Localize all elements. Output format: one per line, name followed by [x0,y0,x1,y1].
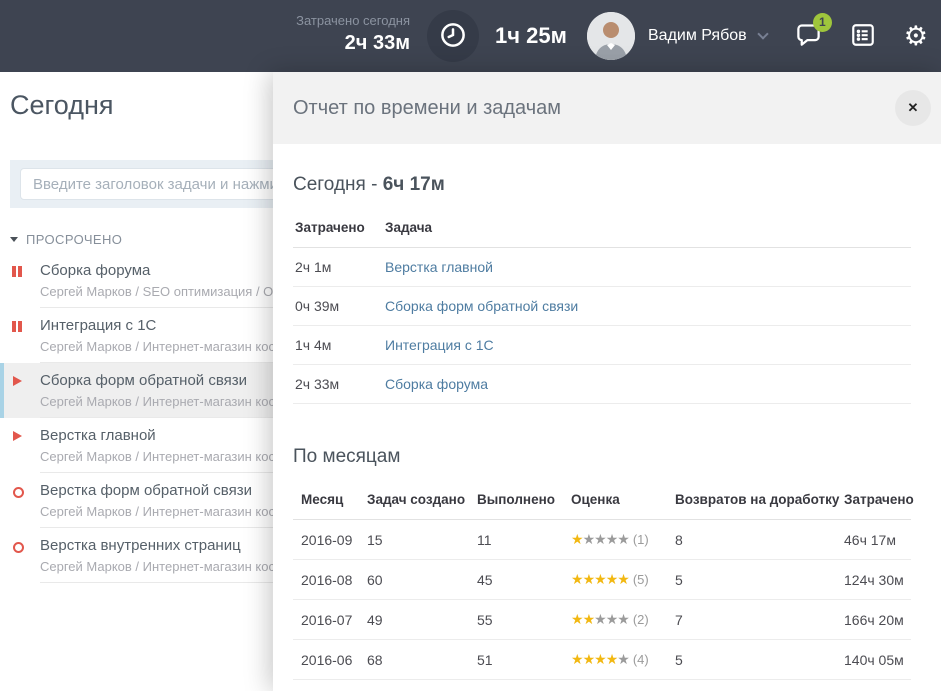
chat-badge: 1 [813,13,832,32]
clock-icon [438,20,468,53]
month-cell: 2016-07 [293,600,359,640]
table-row: 2016-05 39 42 ★★★★★(3) 10 146ч 15м [293,680,911,691]
table-row: 2016-08 60 45 ★★★★★ (5) 5 124ч 30м [293,560,911,600]
task-link[interactable]: Интеграция с 1С [385,337,494,353]
today-table: Затрачено Задача 2ч 1м Верстка главной 0… [293,206,911,404]
spent-cell: 1ч 4м [293,326,383,365]
rating-stars: ★★★★★ [571,572,629,588]
board-list-icon [850,22,876,51]
spent-cell: 146ч 15м [836,680,911,691]
header-icons: 1 ⚙ [795,0,928,72]
table-row: 2016-09 15 11 ★★★★★ (1) 8 46ч 17м [293,520,911,560]
done-cell: 11 [469,520,563,560]
task-status-icon[interactable] [12,321,26,333]
created-cell: 49 [359,600,469,640]
task-link[interactable]: Верстка главной [385,259,493,275]
app-window: Затрачено сегодня 2ч 33м 1ч 25м Вадим Ря… [0,0,941,691]
spent-today-label: Затрачено сегодня [296,12,410,30]
month-cell: 2016-09 [293,520,359,560]
table-row: 2016-06 68 51 ★★★★★ (4) 5 140ч 05м [293,640,911,680]
column-header-month: Месяц [293,478,359,520]
user-name: Вадим Рябов [648,27,747,45]
monthly-table: Месяц Задач создано Выполнено Оценка Воз… [293,478,911,691]
spent-today-value: 2ч 33м [296,30,410,56]
gear-icon: ⚙ [904,23,928,50]
done-cell: 45 [469,560,563,600]
month-cell: 2016-05 [293,680,359,691]
table-row: 1ч 4м Интеграция с 1С [293,326,911,365]
task-status-icon[interactable] [12,266,26,278]
returns-cell: 5 [667,640,836,680]
chat-button[interactable]: 1 [795,21,822,51]
table-row: 0ч 39м Сборка форм обратной связи [293,287,911,326]
app-header: Затрачено сегодня 2ч 33м 1ч 25м Вадим Ря… [0,0,941,72]
task-status-icon[interactable] [12,486,26,498]
column-header-spent: Затрачено [836,478,911,520]
spent-cell: 124ч 30м [836,560,911,600]
spent-cell: 2ч 33м [293,365,383,404]
rating-stars: ★★★★★ [571,652,629,668]
created-cell: 15 [359,520,469,560]
task-link[interactable]: Сборка форм обратной связи [385,298,578,314]
caret-down-icon [10,237,18,242]
spent-cell: 2ч 1м [293,248,383,287]
month-cell: 2016-08 [293,560,359,600]
chevron-down-icon [757,28,768,39]
group-label: ПРОСРОЧЕНО [26,232,122,247]
returns-cell: 10 [667,680,836,691]
spent-cell: 0ч 39м [293,287,383,326]
month-cell: 2016-06 [293,640,359,680]
today-heading-prefix: Сегодня - [293,174,383,195]
column-header-spent: Затрачено [293,206,383,248]
user-menu[interactable]: Вадим Рябов [648,0,767,72]
spent-today-block: Затрачено сегодня 2ч 33м [296,12,410,56]
rating-count: (5) [633,572,649,587]
created-cell: 68 [359,640,469,680]
table-row: 2ч 1м Верстка главной [293,248,911,287]
report-panel: Отчет по времени и задачам ✕ Сегодня - 6… [273,72,941,691]
rating-stars: ★★★★★ [571,612,629,628]
table-row: 2ч 33м Сборка форума [293,365,911,404]
done-cell: 42 [469,680,563,691]
returns-cell: 5 [667,560,836,600]
spent-cell: 140ч 05м [836,640,911,680]
rating-count: (2) [633,612,649,627]
monthly-heading: По месяцам [293,446,911,468]
task-link[interactable]: Сборка форума [385,376,488,392]
created-cell: 39 [359,680,469,691]
settings-button[interactable]: ⚙ [904,23,928,50]
report-panel-title: Отчет по времени и задачам [273,72,941,144]
today-heading: Сегодня - 6ч 17м [293,174,911,196]
spent-cell: 166ч 20м [836,600,911,640]
column-header-created: Задач создано [359,478,469,520]
rating-count: (1) [633,532,649,547]
spent-cell: 46ч 17м [836,520,911,560]
column-header-task: Задача [383,206,911,248]
returns-cell: 7 [667,600,836,640]
column-header-rating: Оценка [563,478,667,520]
column-header-done: Выполнено [469,478,563,520]
timer-button[interactable] [427,10,479,62]
close-icon: ✕ [908,100,919,115]
task-status-icon[interactable] [12,431,26,443]
today-heading-total: 6ч 17м [383,174,445,195]
rating-count: (4) [633,652,649,667]
created-cell: 60 [359,560,469,600]
done-cell: 51 [469,640,563,680]
board-button[interactable] [850,22,876,51]
report-panel-body: Сегодня - 6ч 17м Затрачено Задача 2ч 1м … [273,144,941,691]
rating-stars: ★★★★★ [571,532,629,548]
table-row: 2016-07 49 55 ★★★★★ (2) 7 166ч 20м [293,600,911,640]
task-status-icon[interactable] [12,541,26,553]
avatar[interactable] [587,12,635,60]
report-panel-header: Отчет по времени и задачам ✕ [273,72,941,144]
active-timer-value: 1ч 25м [495,0,567,72]
task-status-icon[interactable] [12,376,26,388]
returns-cell: 8 [667,520,836,560]
close-button[interactable]: ✕ [895,90,931,126]
column-header-returns: Возвратов на доработку [667,478,836,520]
done-cell: 55 [469,600,563,640]
